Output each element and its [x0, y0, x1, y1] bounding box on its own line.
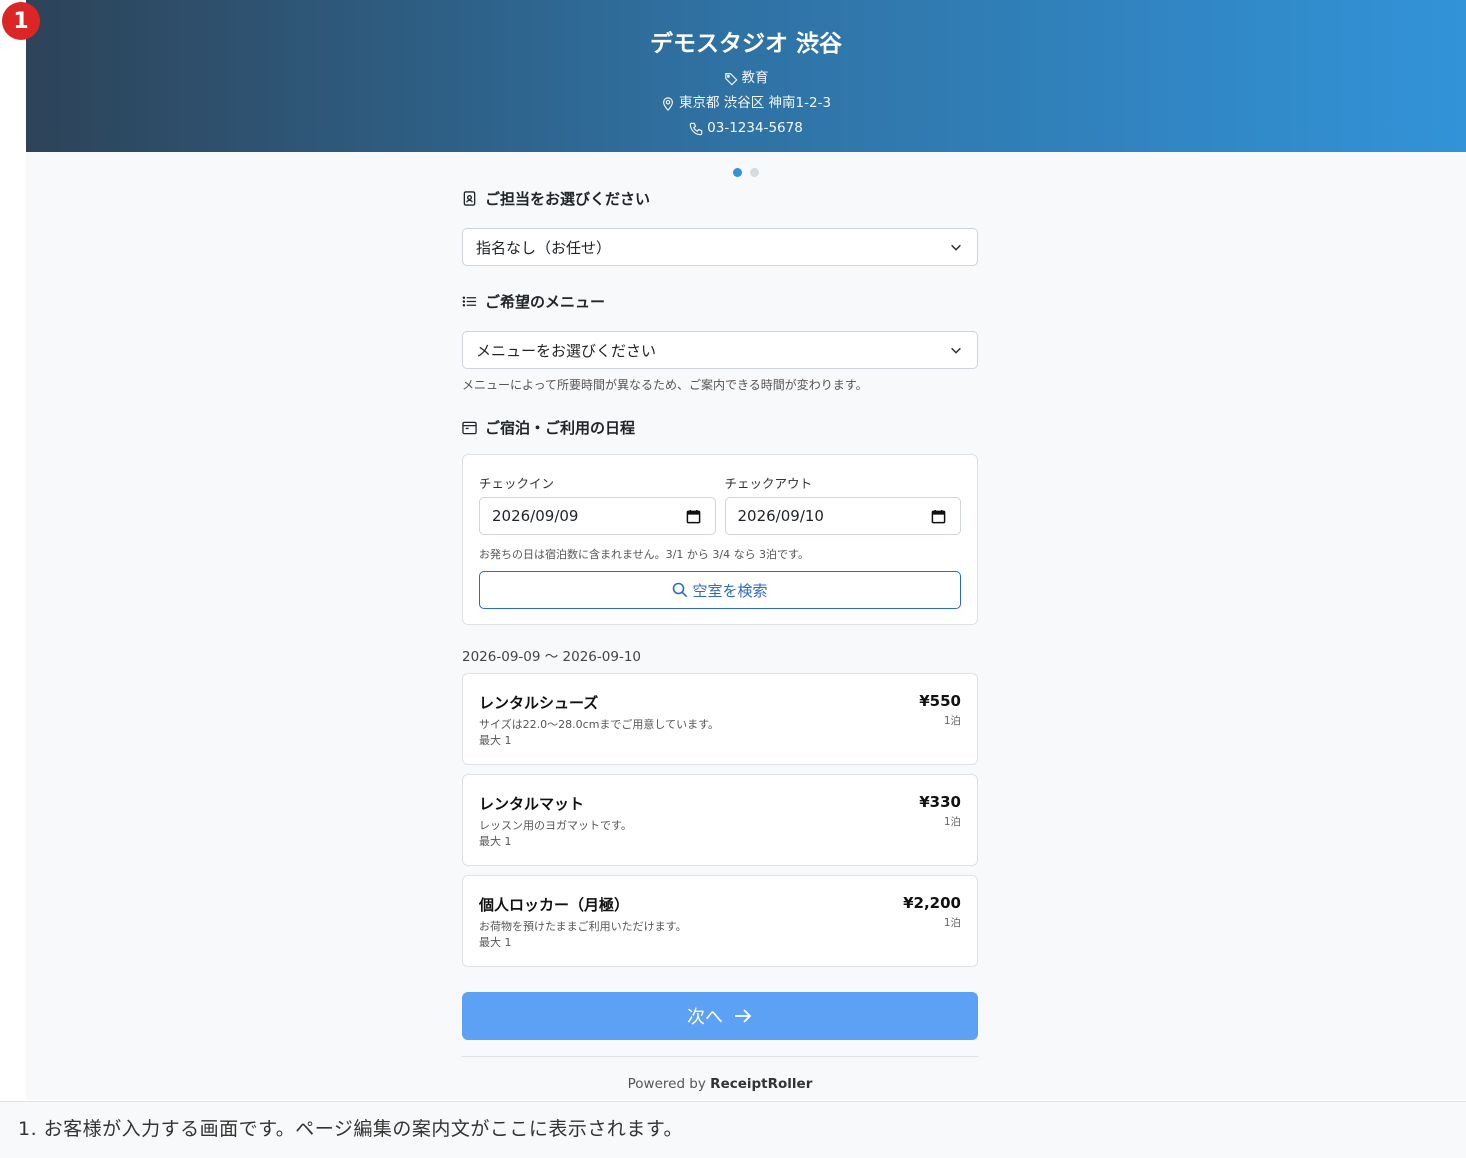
- chevron-down-icon: [951, 347, 961, 354]
- staff-section-label: ご担当をお選びください: [462, 186, 978, 210]
- item-pricing: ¥2,200 1泊: [903, 894, 961, 966]
- store-address-text: 東京都 渋谷区 神南1-2-3: [678, 95, 832, 111]
- item-max: 最大 1: [479, 734, 512, 747]
- store-address: 東京都 渋谷区 神南1-2-3: [26, 91, 1466, 116]
- menu-help-text: メニューによって所要時間が異なるため、ご案内できる時間が変わります。: [462, 378, 868, 392]
- checkout-label: チェックアウト: [724, 476, 813, 491]
- date-range: 2026-09-09 〜 2026-09-10: [462, 649, 641, 665]
- schedule-label-text: ご宿泊・ご利用の日程: [485, 418, 636, 437]
- checkin-date-input[interactable]: 2026/09/09: [479, 497, 716, 535]
- item-unit: 1泊: [943, 917, 961, 929]
- item-name: レンタルマット: [479, 795, 585, 813]
- store-phone-text: 03-1234-5678: [707, 120, 803, 136]
- item-description: お荷物を預けたままご利用いただけます。: [479, 920, 687, 933]
- checkout-value: 2026/09/10: [737, 507, 824, 525]
- list-item[interactable]: 個人ロッカー（月極） お荷物を預けたままご利用いただけます。 最大 1 ¥2,2…: [462, 875, 978, 967]
- item-info: レンタルマット レッスン用のヨガマットです。 最大 1: [479, 793, 632, 865]
- arrow-right-icon: [735, 1009, 752, 1023]
- staff-select[interactable]: 指名なし（お任せ）: [462, 228, 978, 266]
- item-unit: 1泊: [943, 816, 961, 828]
- list-item[interactable]: レンタルマット レッスン用のヨガマットです。 最大 1 ¥330 1泊: [462, 774, 978, 866]
- item-price: ¥550: [919, 692, 961, 710]
- powered-by: Powered by ReceiptRoller: [462, 1076, 978, 1092]
- phone-icon: [689, 122, 703, 135]
- item-price: ¥2,200: [903, 894, 961, 912]
- checkin-value: 2026/09/09: [492, 507, 579, 525]
- menu-selected-value: メニューをお選びください: [476, 341, 657, 360]
- next-button-label: 次へ: [687, 1007, 723, 1028]
- calendar-input-icon[interactable]: [931, 509, 946, 524]
- item-name: レンタルシューズ: [479, 694, 599, 712]
- item-pricing: ¥550 1泊: [919, 692, 961, 764]
- chevron-down-icon: [951, 244, 961, 251]
- checkin-group: チェックイン 2026/09/09: [479, 473, 716, 535]
- schedule-section-label: ご宿泊・ご利用の日程: [462, 415, 978, 439]
- checkout-group: チェックアウト 2026/09/10: [724, 473, 961, 535]
- store-header: デモスタジオ 渋谷 教育 東京都 渋谷区 神南1-2-3 03-1234-567…: [26, 0, 1466, 152]
- tag-icon: [724, 72, 737, 85]
- search-button-label: 空室を検索: [692, 581, 768, 600]
- item-info: レンタルシューズ サイズは22.0〜28.0cmまでご用意しています。 最大 1: [479, 692, 719, 764]
- next-button[interactable]: 次へ: [462, 992, 978, 1040]
- store-category: 教育: [26, 66, 1466, 91]
- item-description: レッスン用のヨガマットです。: [479, 819, 632, 832]
- menu-select[interactable]: メニューをお選びください: [462, 331, 978, 369]
- item-description: サイズは22.0〜28.0cmまでご用意しています。: [479, 718, 719, 731]
- store-category-text: 教育: [741, 70, 769, 86]
- search-icon: [673, 582, 688, 598]
- menu-label-text: ご希望のメニュー: [485, 292, 606, 311]
- list-item[interactable]: レンタルシューズ サイズは22.0〜28.0cmまでご用意しています。 最大 1…: [462, 673, 978, 765]
- search-vacancy-button[interactable]: 空室を検索: [479, 571, 961, 609]
- person-badge-icon: [463, 190, 476, 206]
- item-price: ¥330: [919, 793, 961, 811]
- item-name: 個人ロッカー（月極）: [479, 896, 630, 914]
- date-note: お発ちの日は宿泊数に含まれません。3/1 から 3/4 なら 3泊です。: [479, 548, 809, 561]
- menu-section-label: ご希望のメニュー: [462, 289, 978, 313]
- staff-selected-value: 指名なし（お任せ）: [476, 238, 612, 257]
- list-icon: [462, 295, 477, 307]
- step-indicator: [26, 168, 1466, 177]
- item-pricing: ¥330 1泊: [919, 793, 961, 865]
- annotation-badge: 1: [2, 2, 40, 40]
- checkin-label: チェックイン: [479, 476, 555, 491]
- powered-prefix: Powered by: [627, 1076, 706, 1092]
- calendar-icon: [462, 421, 477, 434]
- item-max: 最大 1: [479, 835, 512, 848]
- calendar-input-icon[interactable]: [686, 509, 701, 524]
- date-card: チェックイン 2026/09/09 チェックアウト 2026/09/10 お発ち…: [462, 454, 978, 625]
- footer-divider: [462, 1056, 978, 1057]
- item-max: 最大 1: [479, 936, 512, 949]
- brand-link[interactable]: ReceiptRoller: [710, 1076, 812, 1092]
- booking-form: ご担当をお選びください 指名なし（お任せ） ご希望のメニュー メニューをお選びく…: [462, 186, 978, 1092]
- step-dot-1: [733, 168, 742, 177]
- store-phone: 03-1234-5678: [26, 116, 1466, 141]
- date-row: チェックイン 2026/09/09 チェックアウト 2026/09/10: [479, 473, 961, 535]
- item-info: 個人ロッカー（月極） お荷物を預けたままご利用いただけます。 最大 1: [479, 894, 687, 966]
- staff-label-text: ご担当をお選びください: [485, 189, 651, 208]
- map-pin-icon: [663, 96, 673, 111]
- item-unit: 1泊: [943, 715, 961, 727]
- checkout-date-input[interactable]: 2026/09/10: [724, 497, 961, 535]
- step-dot-2: [750, 168, 759, 177]
- annotation-text: 1. お客様が入力する画面です。ページ編集の案内文がここに表示されます。: [0, 1101, 1466, 1158]
- store-title: デモスタジオ 渋谷: [649, 31, 842, 57]
